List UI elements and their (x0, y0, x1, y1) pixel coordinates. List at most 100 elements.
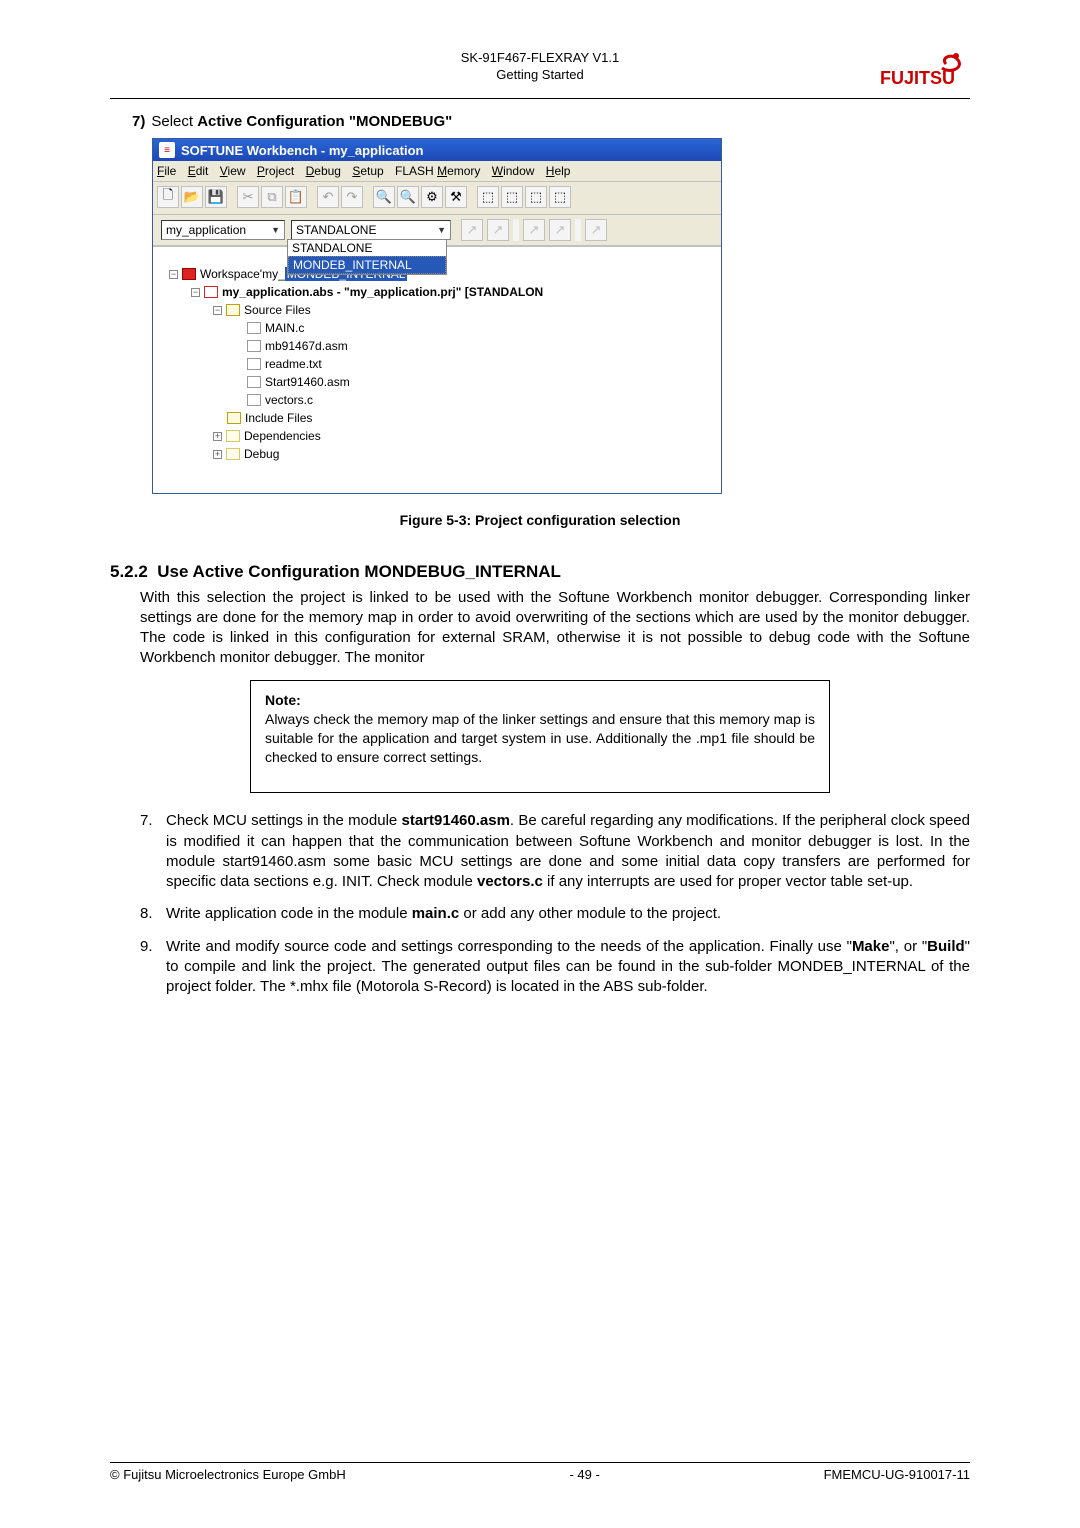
step-7-number: 7) (132, 113, 145, 130)
nav2-icon[interactable]: ↗ (487, 219, 509, 241)
config-dropdown[interactable]: STANDALONE MONDEB_INTERNAL (287, 239, 447, 275)
find-icon[interactable]: 🔍 (373, 186, 395, 208)
collapse-icon[interactable]: − (213, 306, 222, 315)
fujitsu-logo: FUJITSU (880, 50, 970, 92)
menu-debug[interactable]: Debug (306, 164, 341, 178)
menu-help[interactable]: Help (546, 164, 571, 178)
section-title: Use Active Configuration MONDEBUG_INTERN… (157, 562, 561, 581)
nav3-icon[interactable]: ↗ (523, 219, 545, 241)
menu-file[interactable]: File (157, 164, 176, 178)
menu-edit[interactable]: Edit (188, 164, 209, 178)
c-file-icon (247, 322, 261, 334)
nav4-icon[interactable]: ↗ (549, 219, 571, 241)
footer-rule (110, 1462, 970, 1463)
footer-page: - 49 - (569, 1467, 599, 1482)
chevron-down-icon: ▼ (437, 225, 446, 235)
nav5-icon[interactable]: ↗ (585, 219, 607, 241)
project-select-value: my_application (166, 223, 246, 237)
tree-file[interactable]: Start91460.asm (265, 375, 350, 389)
screenshot-softune: ≡ SOFTUNE Workbench - my_application Fil… (152, 138, 722, 494)
menu-view[interactable]: View (220, 164, 246, 178)
footer-left: © Fujitsu Microelectronics Europe GmbH (110, 1467, 346, 1482)
note-body: Always check the memory map of the linke… (265, 710, 815, 766)
txt-file-icon (247, 358, 261, 370)
tree-workspace[interactable]: Workspace'my_ (200, 267, 285, 281)
cut-icon[interactable]: ✂ (237, 186, 259, 208)
app-icon: ≡ (159, 142, 175, 158)
tree-include[interactable]: Include Files (245, 411, 312, 425)
li7-a: Check MCU settings in the module (166, 812, 402, 829)
section-heading: 5.2.2 Use Active Configuration MONDEBUG_… (110, 562, 970, 582)
folder-icon (226, 448, 240, 460)
tree-debug[interactable]: Debug (244, 447, 279, 461)
tree-srcfolder[interactable]: Source Files (244, 303, 311, 317)
doc-title: SK-91F467-FLEXRAY V1.1 (220, 50, 860, 67)
tree-file[interactable]: readme.txt (265, 357, 322, 371)
menu-project[interactable]: Project (257, 164, 294, 178)
c-file-icon (247, 394, 261, 406)
tree-dependencies[interactable]: Dependencies (244, 429, 321, 443)
undo-icon[interactable]: ↶ (317, 186, 339, 208)
list-item-8: 8. Write application code in the module … (140, 904, 970, 924)
li9-mid: ", or " (889, 938, 927, 955)
copy-icon[interactable]: ⧉ (261, 186, 283, 208)
collapse-icon[interactable]: − (191, 288, 200, 297)
paste-icon[interactable]: 📋 (285, 186, 307, 208)
find2-icon[interactable]: 🔍 (397, 186, 419, 208)
nav1-icon[interactable]: ↗ (461, 219, 483, 241)
doc-section: Getting Started (220, 67, 860, 84)
list-item-7: 7. Check MCU settings in the module star… (140, 811, 970, 892)
expand-icon[interactable]: + (213, 432, 222, 441)
t2-icon[interactable]: ⬚ (501, 186, 523, 208)
build-icon[interactable]: ⚙ (421, 186, 443, 208)
li7-c: if any interrupts are used for proper ve… (543, 873, 913, 890)
figure-caption: Figure 5-3: Project configuration select… (110, 512, 970, 528)
tree-file[interactable]: mb91467d.asm (265, 339, 348, 353)
t4-icon[interactable]: ⬚ (549, 186, 571, 208)
chevron-down-icon: ▼ (271, 225, 280, 235)
li9-num: 9. (140, 937, 153, 957)
t3-icon[interactable]: ⬚ (525, 186, 547, 208)
workspace-icon (182, 268, 196, 280)
svg-text:FUJITSU: FUJITSU (880, 68, 955, 88)
note-title: Note: (265, 691, 815, 710)
workspace-tree: −Workspace'my_MONDEB_INTERNAL −my_applic… (153, 246, 721, 493)
config-option-standalone[interactable]: STANDALONE (288, 240, 446, 256)
expand-icon[interactable]: + (213, 450, 222, 459)
project-select[interactable]: my_application ▼ (161, 220, 285, 240)
li9-b2: Build (927, 938, 965, 955)
li7-b1: start91460.asm (402, 812, 510, 829)
step-7-line: 7)Select Active Configuration "MONDEBUG" (132, 113, 970, 130)
config-select[interactable]: STANDALONE▼ (291, 220, 451, 240)
li8-a: Write application code in the module (166, 905, 412, 922)
li7-num: 7. (140, 811, 153, 831)
menu-window[interactable]: Window (492, 164, 535, 178)
li9-a: Write and modify source code and setting… (166, 938, 852, 955)
open-icon[interactable]: 📂 (181, 186, 203, 208)
asm-file-icon (247, 376, 261, 388)
make-icon[interactable]: ⚒ (445, 186, 467, 208)
collapse-icon[interactable]: − (169, 270, 178, 279)
menubar: File Edit View Project Debug Setup FLASH… (153, 161, 721, 182)
folder-icon (226, 304, 240, 316)
step-7-bold: Active Configuration "MONDEBUG" (197, 113, 452, 130)
t1-icon[interactable]: ⬚ (477, 186, 499, 208)
section-number: 5.2.2 (110, 562, 148, 581)
menu-setup[interactable]: Setup (352, 164, 383, 178)
config-option-mondeb[interactable]: MONDEB_INTERNAL (288, 256, 446, 274)
menu-flash[interactable]: FLASH Memory (395, 164, 480, 178)
redo-icon[interactable]: ↷ (341, 186, 363, 208)
tree-file[interactable]: MAIN.c (265, 321, 304, 335)
window-titlebar: ≡ SOFTUNE Workbench - my_application (153, 139, 721, 161)
list-item-9: 9. Write and modify source code and sett… (140, 937, 970, 998)
tree-app[interactable]: my_application.abs - "my_application.prj… (222, 285, 543, 299)
window-title: SOFTUNE Workbench - my_application (181, 143, 423, 158)
asm-file-icon (247, 340, 261, 352)
li8-b1: main.c (412, 905, 460, 922)
new-icon[interactable]: 🗋 (157, 186, 179, 208)
para1-text: With this selection the project is linke… (140, 589, 970, 666)
note-box: Note: Always check the memory map of the… (250, 680, 830, 793)
save-icon[interactable]: 💾 (205, 186, 227, 208)
folder-icon (226, 430, 240, 442)
tree-file[interactable]: vectors.c (265, 393, 313, 407)
